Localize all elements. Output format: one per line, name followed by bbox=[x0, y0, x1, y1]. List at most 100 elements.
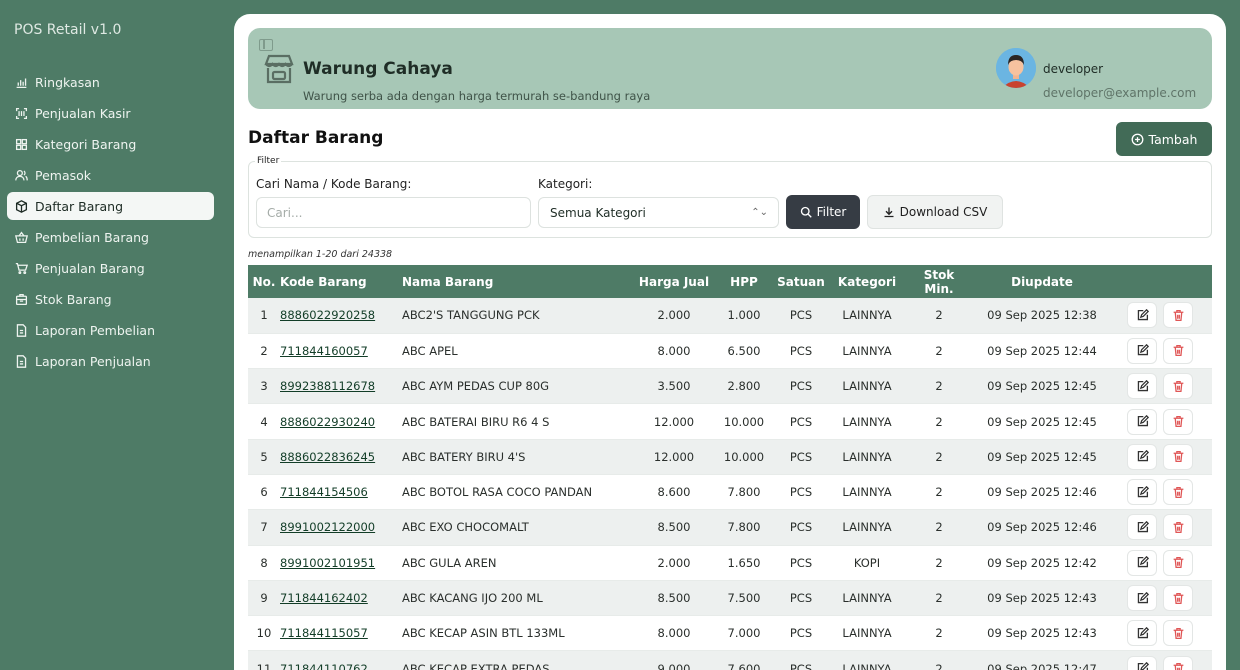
cell-hpp: 1.650 bbox=[712, 545, 776, 581]
table-header-row: No. Kode Barang Nama Barang Harga Jual H… bbox=[248, 265, 1212, 298]
sidebar-item-penjualan-barang[interactable]: Penjualan Barang bbox=[7, 254, 214, 282]
category-select[interactable]: Semua Kategori ⌃⌄ bbox=[538, 197, 779, 228]
edit-button[interactable] bbox=[1127, 337, 1157, 364]
delete-button[interactable] bbox=[1163, 655, 1193, 670]
item-code-link[interactable]: 8992388112678 bbox=[280, 379, 375, 393]
cell-kategori: LAINNYA bbox=[826, 368, 908, 405]
item-code-link[interactable]: 8886022930240 bbox=[280, 415, 375, 429]
download-csv-button[interactable]: Download CSV bbox=[867, 195, 1003, 229]
sidebar-item-ringkasan[interactable]: Ringkasan bbox=[7, 68, 214, 96]
edit-icon bbox=[1137, 308, 1149, 321]
delete-button[interactable] bbox=[1163, 337, 1193, 364]
trash-icon bbox=[1173, 380, 1183, 392]
edit-button[interactable] bbox=[1127, 302, 1157, 329]
item-code-link[interactable]: 8886022836245 bbox=[280, 450, 375, 464]
sidebar-item-label: Penjualan Barang bbox=[35, 260, 145, 276]
cell-harga-jual: 8.500 bbox=[636, 580, 712, 617]
edit-icon bbox=[1137, 344, 1149, 356]
delete-button[interactable] bbox=[1163, 620, 1193, 647]
cell-satuan: PCS bbox=[776, 474, 826, 511]
cell-stok-min: 2 bbox=[908, 333, 970, 370]
sidebar-item-pemasok[interactable]: Pemasok bbox=[7, 161, 214, 189]
cell-nama: ABC BOTOL RASA COCO PANDAN bbox=[402, 474, 636, 511]
sidebar-item-laporan-penjualan[interactable]: Laporan Penjualan bbox=[7, 347, 214, 375]
cell-hpp: 1.000 bbox=[712, 298, 776, 334]
cell-satuan: PCS bbox=[776, 439, 826, 475]
users-icon bbox=[14, 168, 28, 182]
delete-button[interactable] bbox=[1163, 549, 1193, 576]
basket-icon bbox=[14, 230, 28, 244]
edit-button[interactable] bbox=[1127, 620, 1157, 647]
cell-no: 7 bbox=[248, 509, 280, 546]
cell-actions bbox=[1114, 439, 1212, 475]
cell-hpp: 6.500 bbox=[712, 333, 776, 370]
delete-button[interactable] bbox=[1163, 302, 1193, 329]
item-code-link[interactable]: 8886022920258 bbox=[280, 308, 375, 322]
cell-nama: ABC EXO CHOCOMALT bbox=[402, 509, 636, 546]
item-code-link[interactable]: 711844110762 bbox=[280, 662, 368, 670]
item-code-link[interactable]: 8991002101951 bbox=[280, 556, 375, 570]
cell-stok-min: 2 bbox=[908, 615, 970, 652]
item-code-link[interactable]: 8991002122000 bbox=[280, 520, 375, 534]
trash-icon bbox=[1173, 663, 1183, 670]
cell-harga-jual: 2.000 bbox=[636, 298, 712, 334]
cell-diupdate: 09 Sep 2025 12:44 bbox=[970, 333, 1114, 370]
edit-button[interactable] bbox=[1127, 585, 1157, 612]
cell-stok-min: 2 bbox=[908, 650, 970, 670]
avatar[interactable] bbox=[996, 48, 1036, 88]
add-item-button[interactable]: Tambah bbox=[1116, 122, 1212, 156]
item-code-link[interactable]: 711844160057 bbox=[280, 344, 368, 358]
delete-button[interactable] bbox=[1163, 443, 1193, 470]
edit-icon bbox=[1137, 662, 1149, 670]
edit-icon bbox=[1137, 626, 1149, 639]
edit-button[interactable] bbox=[1127, 443, 1157, 470]
cell-diupdate: 09 Sep 2025 12:45 bbox=[970, 403, 1114, 440]
col-header-satuan: Satuan bbox=[776, 265, 826, 298]
cell-kategori: LAINNYA bbox=[826, 298, 908, 334]
trash-icon bbox=[1173, 592, 1183, 604]
sidebar-toggle-icon[interactable] bbox=[259, 39, 273, 51]
cell-diupdate: 09 Sep 2025 12:46 bbox=[970, 474, 1114, 511]
sidebar-item-kategori-barang[interactable]: Kategori Barang bbox=[7, 130, 214, 158]
edit-button[interactable] bbox=[1127, 549, 1157, 576]
cell-hpp: 10.000 bbox=[712, 403, 776, 440]
cell-kode: 8886022930240 bbox=[280, 403, 402, 440]
edit-button[interactable] bbox=[1127, 373, 1157, 400]
edit-button[interactable] bbox=[1127, 514, 1157, 541]
cell-hpp: 7.800 bbox=[712, 509, 776, 546]
edit-icon bbox=[1137, 556, 1149, 568]
delete-button[interactable] bbox=[1163, 585, 1193, 612]
delete-button[interactable] bbox=[1163, 514, 1193, 541]
sidebar-item-daftar-barang[interactable]: Daftar Barang bbox=[7, 192, 214, 220]
col-header-harga-jual: Harga Jual bbox=[636, 265, 712, 298]
item-code-link[interactable]: 711844115057 bbox=[280, 626, 368, 640]
edit-icon bbox=[1137, 379, 1149, 391]
cell-harga-jual: 8.000 bbox=[636, 615, 712, 652]
store-description: Warung serba ada dengan harga termurah s… bbox=[303, 89, 651, 103]
cell-no: 11 bbox=[248, 650, 280, 670]
col-header-stok-min: Stok Min. bbox=[908, 265, 970, 298]
sidebar-item-pembelian-barang[interactable]: Pembelian Barang bbox=[7, 223, 214, 251]
sidebar-item-stok-barang[interactable]: Stok Barang bbox=[7, 285, 214, 313]
table-row: 3 8992388112678 ABC AYM PEDAS CUP 80G 3.500… bbox=[248, 368, 1212, 405]
cell-satuan: PCS bbox=[776, 545, 826, 581]
cell-no: 10 bbox=[248, 615, 280, 652]
cell-nama: ABC KECAP EXTRA PEDAS bbox=[402, 650, 636, 670]
cell-kode: 711844160057 bbox=[280, 333, 402, 370]
cell-kode: 8992388112678 bbox=[280, 368, 402, 405]
sidebar-item-laporan-pembelian[interactable]: Laporan Pembelian bbox=[7, 316, 214, 344]
item-code-link[interactable]: 711844162402 bbox=[280, 591, 368, 605]
item-code-link[interactable]: 711844154506 bbox=[280, 485, 368, 499]
edit-button[interactable] bbox=[1127, 655, 1157, 670]
delete-button[interactable] bbox=[1163, 373, 1193, 400]
filter-button[interactable]: Filter bbox=[786, 195, 860, 229]
cell-nama: ABC KECAP ASIN BTL 133ML bbox=[402, 615, 636, 652]
delete-button[interactable] bbox=[1163, 408, 1193, 435]
user-email: developer@example.com bbox=[1043, 86, 1197, 100]
search-input[interactable] bbox=[256, 197, 531, 228]
edit-button[interactable] bbox=[1127, 479, 1157, 506]
delete-button[interactable] bbox=[1163, 479, 1193, 506]
edit-button[interactable] bbox=[1127, 408, 1157, 435]
sidebar-item-penjualan-kasir[interactable]: Penjualan Kasir bbox=[7, 99, 214, 127]
cell-no: 9 bbox=[248, 580, 280, 617]
